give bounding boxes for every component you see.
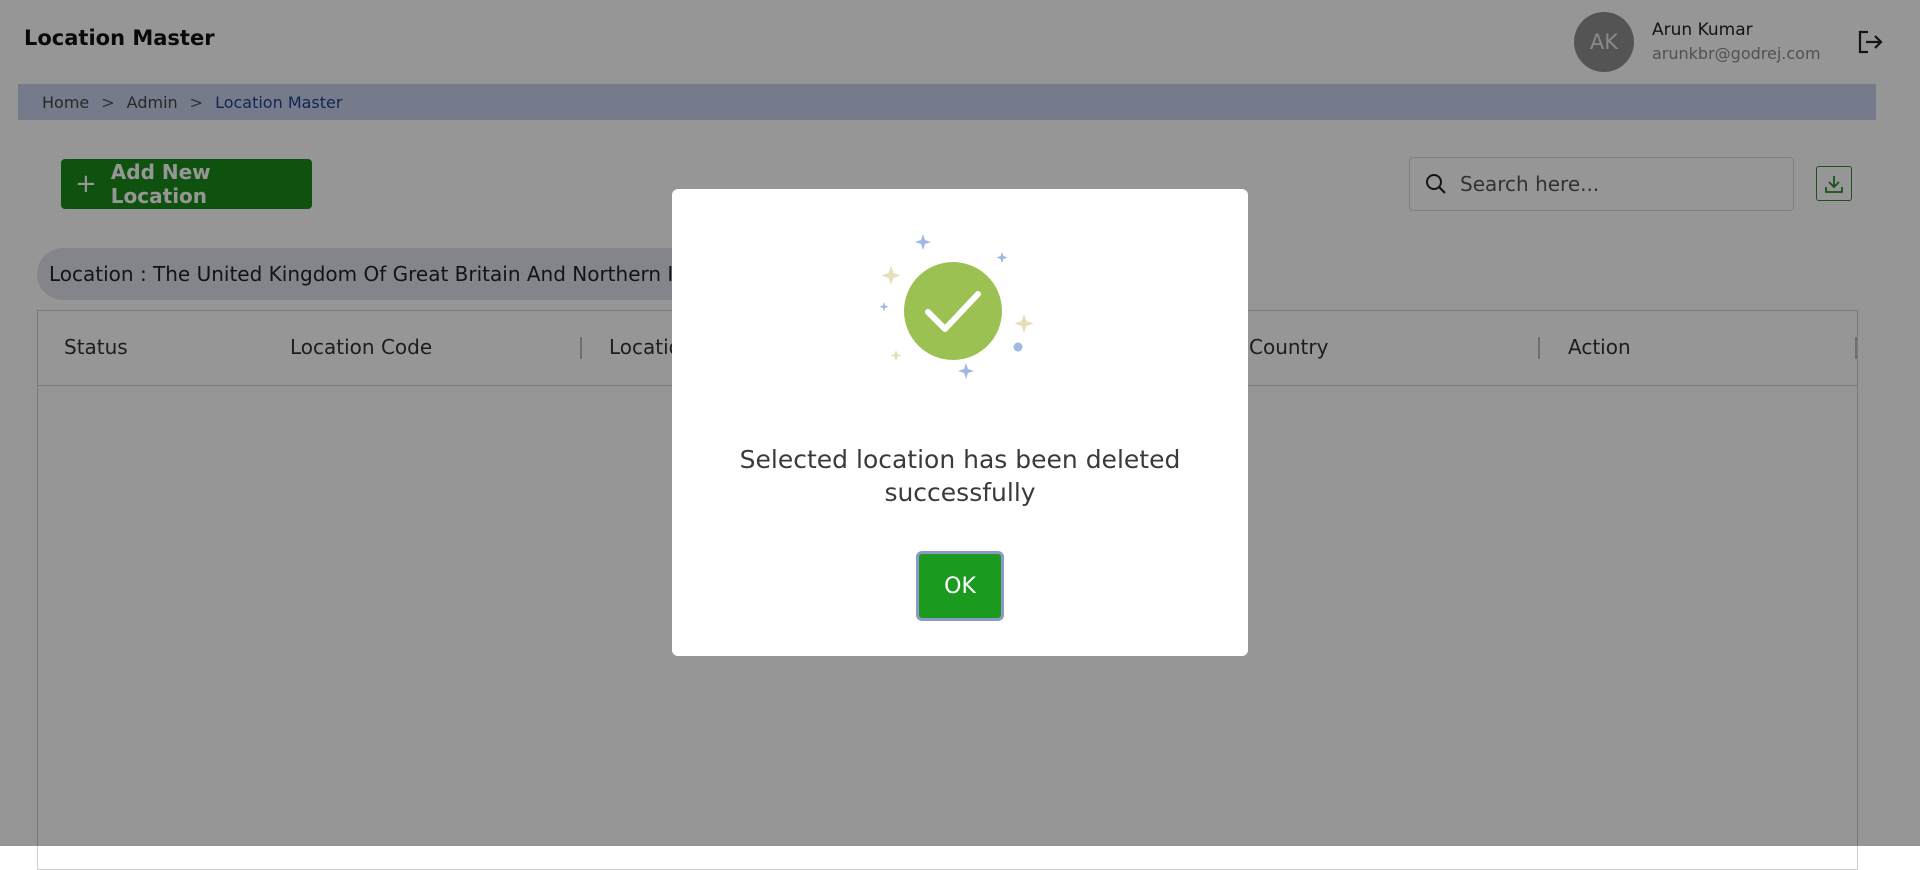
dialog-message: Selected location has been deleted succe… bbox=[739, 445, 1181, 507]
check-circle-icon bbox=[879, 234, 1034, 379]
ok-button[interactable]: OK bbox=[916, 551, 1004, 621]
success-dialog: Selected location has been deleted succe… bbox=[672, 189, 1248, 656]
